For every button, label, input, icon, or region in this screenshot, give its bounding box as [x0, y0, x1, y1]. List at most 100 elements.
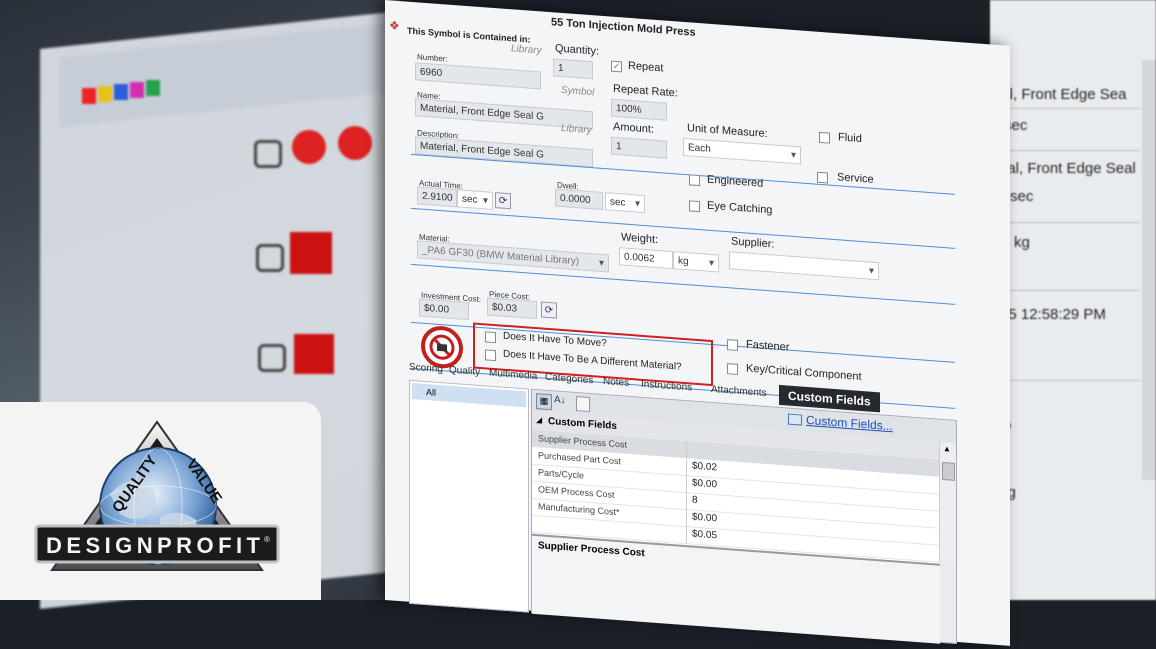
tab-notes[interactable]: Notes [603, 376, 629, 389]
custom-fields-link-icon [788, 413, 802, 426]
collapse-icon[interactable]: ◢ [536, 415, 542, 424]
right-row: kg [1000, 484, 1156, 501]
category-list: All [409, 379, 529, 613]
tab-scoring[interactable]: Scoring [409, 362, 443, 375]
service-label: Service [837, 171, 874, 186]
service-checkbox[interactable] [817, 171, 828, 184]
row-value: $0.00 [692, 511, 718, 525]
color-swatch-magenta [130, 82, 144, 98]
tab-multimedia[interactable]: Multimedia [489, 368, 537, 383]
sort-alpha-icon[interactable]: A↓ [554, 394, 566, 406]
property-pages-icon[interactable] [576, 396, 590, 413]
fastener-label: Fastener [746, 338, 790, 354]
grid-column-divider [686, 441, 687, 544]
row-value: $0.05 [692, 528, 718, 542]
right-row: ial, Front Edge Sea [998, 86, 1127, 103]
categorized-icon[interactable]: ▦ [536, 393, 552, 411]
dialog-app-icon: ❖ [389, 18, 400, 34]
part-node [294, 334, 334, 374]
piece-cost-field[interactable]: $0.03 [487, 297, 537, 320]
machine-icon [254, 140, 282, 168]
property-grid-panel: ▦ A↓ Custom Fields... ◢ Custom Fields Su… [531, 388, 957, 645]
right-row: 15 12:58:29 PM [1000, 306, 1106, 323]
row-name: OEM Process Cost [538, 484, 615, 500]
quantity-label: Quantity: [555, 42, 600, 58]
refresh-icon[interactable]: ⟳ [541, 301, 557, 319]
engineered-checkbox[interactable] [689, 174, 700, 187]
key-component-checkbox[interactable] [727, 363, 738, 375]
right-row: ial, Front Edge Seal [1004, 160, 1136, 177]
color-swatch-yellow [98, 86, 112, 102]
amount-label: Amount: [613, 120, 654, 136]
weight-unit-dropdown[interactable]: kg [673, 251, 719, 273]
tab-attachments[interactable]: Attachments [711, 384, 767, 399]
tab-categories[interactable]: Categories [545, 372, 593, 387]
custom-fields-link[interactable]: Custom Fields... [806, 413, 893, 433]
row-value: 8 [692, 494, 698, 506]
process-node [338, 126, 372, 160]
unit-of-measure-dropdown[interactable]: Each [683, 137, 801, 165]
description-tag: Library [561, 122, 592, 137]
move-question-label: Does It Have To Move? [503, 330, 607, 350]
logo-registered-mark: ® [264, 535, 270, 544]
right-row: sec [1004, 117, 1028, 134]
repeat-label: Repeat [628, 59, 664, 75]
material-question-checkbox[interactable] [485, 349, 496, 362]
number-tag: Library [511, 43, 542, 57]
dwell-unit-dropdown[interactable]: sec [605, 192, 645, 214]
grid-scrollbar[interactable]: ▲ [939, 441, 956, 563]
quantity-field[interactable]: 1 [553, 58, 593, 80]
section-divider [411, 207, 955, 249]
supplier-dropdown[interactable] [729, 251, 879, 281]
engineered-label: Engineered [707, 173, 764, 190]
repeat-rate-label: Repeat Rate: [613, 82, 678, 100]
unit-of-measure-label: Unit of Measure: [687, 122, 768, 141]
material-dropdown[interactable]: _PA6 GF30 (BMW Material Library) [417, 240, 609, 273]
row-name: Parts/Cycle [538, 467, 585, 481]
repeat-checkbox[interactable]: ✓ [611, 60, 622, 73]
scroll-thumb[interactable] [942, 461, 955, 481]
fluid-label: Fluid [838, 131, 862, 146]
name-tag: Symbol [561, 84, 595, 99]
actual-time-field[interactable]: 2.9100 [417, 186, 457, 208]
grid-body: ◢ Custom Fields Supplier Process Cost Pu… [532, 411, 940, 644]
description-field[interactable]: Material, Front Edge Seal G [415, 136, 593, 168]
grid-category-label: Custom Fields [548, 415, 617, 433]
row-value: $0.02 [692, 460, 718, 474]
machine-icon [256, 244, 284, 272]
investment-cost-field[interactable]: $0.00 [419, 298, 469, 321]
weight-field[interactable]: 0.0062 [619, 247, 673, 270]
actual-time-unit-dropdown[interactable]: sec [457, 189, 493, 210]
row-value: $0.00 [692, 477, 718, 491]
right-row: sec [1010, 188, 1034, 205]
contained-in-label: This Symbol is Contained in: [407, 25, 531, 45]
color-swatch-green [146, 80, 160, 96]
right-background-window: ial, Front Edge Sea sec ial, Front Edge … [990, 0, 1156, 600]
right-row: % [998, 416, 1156, 433]
tab-instructions[interactable]: Instructions [641, 379, 692, 394]
eye-catching-checkbox[interactable] [689, 200, 700, 213]
row-name: Purchased Part Cost [538, 450, 622, 467]
designprofit-logo: QUALITY VALUE DESIGNPROFIT ® [34, 420, 280, 571]
move-question-checkbox[interactable] [485, 331, 496, 344]
color-swatch-red [82, 88, 96, 104]
tab-quality[interactable]: Quality [449, 365, 480, 378]
repeat-rate-field[interactable]: 100% [611, 98, 667, 121]
row-name: Manufacturing Cost* [538, 501, 620, 518]
scroll-up-icon[interactable]: ▲ [943, 444, 951, 454]
weight-label: Weight: [621, 231, 659, 247]
number-field[interactable]: 6960 [415, 62, 541, 90]
dwell-field[interactable]: 0.0000 [555, 188, 603, 211]
key-component-label: Key/Critical Component [746, 362, 862, 383]
eye-catching-label: Eye Catching [707, 199, 773, 217]
refresh-icon[interactable]: ⟳ [495, 192, 511, 210]
part-node [290, 232, 332, 274]
amount-field[interactable]: 1 [611, 136, 667, 159]
list-item-all[interactable]: All [412, 382, 526, 408]
fluid-checkbox[interactable] [819, 131, 830, 144]
logo-panel: QUALITY VALUE DESIGNPROFIT ® [0, 402, 321, 600]
fastener-checkbox[interactable] [727, 339, 738, 351]
grid-description-title: Supplier Process Cost [538, 540, 645, 560]
symbol-properties-dialog: ❖ 55 Ton Injection Mold Press This Symbo… [385, 0, 1010, 646]
supplier-label: Supplier: [731, 235, 775, 251]
